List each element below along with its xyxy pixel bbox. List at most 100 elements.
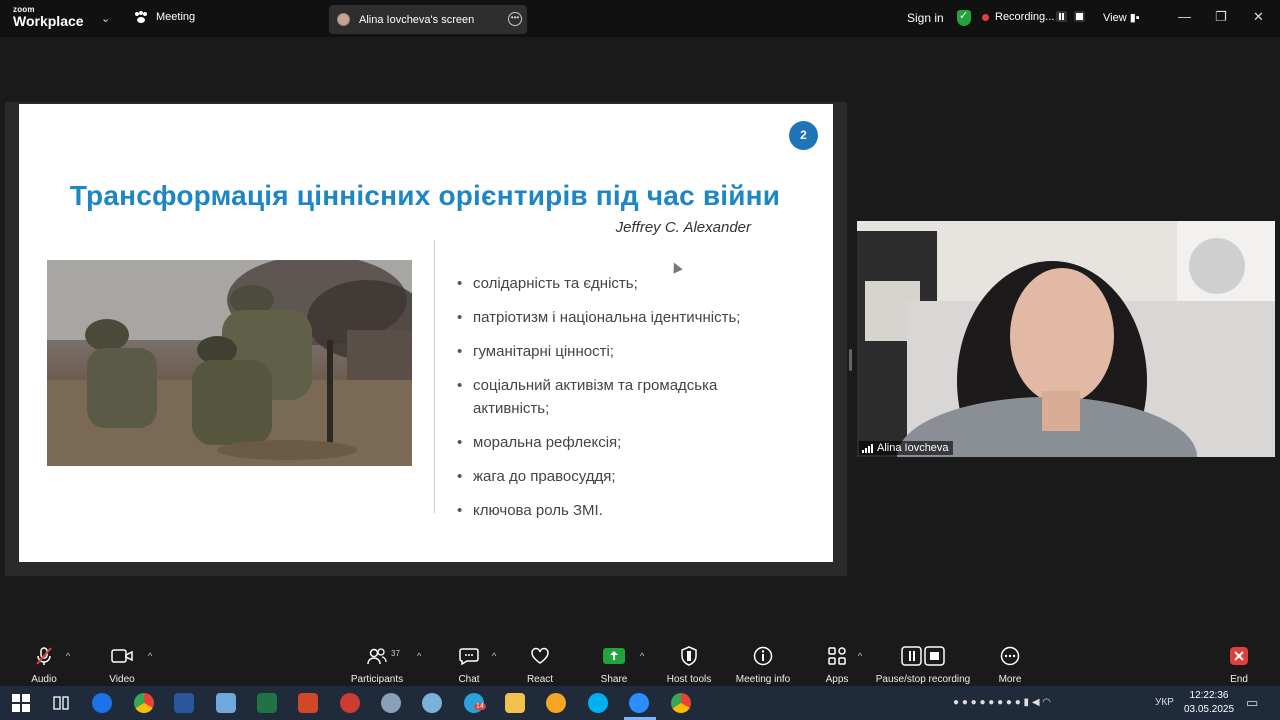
language-indicator[interactable]: УКР [1155, 697, 1174, 708]
file-explorer-icon[interactable] [505, 693, 525, 713]
host-tools-shield-icon [680, 646, 698, 666]
skype-icon[interactable] [588, 693, 608, 713]
chrome-icon[interactable] [134, 693, 154, 713]
zoom-icon[interactable] [629, 693, 649, 713]
meeting-toolbar: Audio ^ Video ^ Participants 37 ^ Chat ^… [0, 637, 1280, 685]
avatar [337, 13, 350, 26]
react-button[interactable]: React [524, 637, 556, 685]
clock-time: 12:22:36 [1189, 690, 1229, 701]
react-label: React [526, 674, 554, 685]
audio-button[interactable]: Audio [24, 637, 64, 685]
audio-options-chevron-icon[interactable]: ^ [66, 651, 70, 661]
chevron-down-icon[interactable]: ⌄ [101, 12, 110, 25]
apps-button[interactable]: Apps [823, 637, 851, 685]
chat-icon [459, 647, 479, 665]
logo-big: Workplace [13, 13, 84, 29]
sign-in-button[interactable]: Sign in [907, 11, 944, 25]
meeting-info-label: Meeting info [735, 674, 791, 685]
system-clock[interactable]: 12:22:36 03.05.2025 [1181, 689, 1237, 717]
powerpoint-icon[interactable] [298, 693, 318, 713]
windows-taskbar: 14 ● ● ● ● ● ● ● ● ▮ ◀ ◠ УКР 12:22:36 03… [0, 686, 1280, 720]
title-bar: zoom Workplace ⌄ Meeting Alina Iovcheva'… [0, 0, 1280, 37]
share-button[interactable]: Share [598, 637, 630, 685]
chat-label: Chat [458, 674, 480, 685]
chrome-profile-icon[interactable] [671, 693, 691, 713]
more-label: More [998, 674, 1022, 685]
participant-name-label: Alina Iovcheva [859, 441, 953, 455]
more-icon [1000, 646, 1020, 666]
browser-alt-icon[interactable] [546, 693, 566, 713]
end-icon [1229, 647, 1249, 665]
app-icon[interactable] [340, 693, 360, 713]
audio-label: Audio [31, 674, 57, 685]
screen-share-pill[interactable]: Alina Iovcheva's screen ••• [329, 5, 527, 34]
notification-badge: 14 [474, 703, 486, 710]
war-photo [47, 260, 412, 466]
notepad-icon[interactable] [216, 693, 236, 713]
excel-icon[interactable] [257, 693, 277, 713]
more-button[interactable]: More [995, 637, 1025, 685]
paint-icon[interactable] [381, 693, 401, 713]
minimize-icon[interactable]: — [1178, 9, 1191, 24]
list-item: ключова роль ЗМІ. [457, 499, 797, 522]
word-icon[interactable] [174, 693, 194, 713]
notifications-icon[interactable]: ▭ [1246, 695, 1258, 711]
participant-video[interactable]: Alina Iovcheva [857, 221, 1275, 457]
view-label: View [1103, 12, 1127, 24]
participants-label: Participants [350, 674, 404, 685]
host-tools-label: Host tools [666, 674, 712, 685]
camera-feed [857, 221, 1275, 457]
apps-label: Apps [825, 674, 849, 685]
palette-icon[interactable] [422, 693, 442, 713]
bullet-list: солідарність та єдність; патріотизм і на… [457, 272, 797, 533]
close-icon[interactable]: ✕ [1253, 9, 1264, 25]
tray-icons[interactable]: ● ● ● ● ● ● ● ● ▮ ◀ ◠ [953, 697, 1051, 708]
recording-indicator: Recording... [982, 11, 1054, 23]
view-icon: ▮▪ [1129, 12, 1140, 24]
shield-icon[interactable] [957, 9, 971, 26]
apps-options-chevron-icon[interactable]: ^ [858, 651, 862, 661]
participants-button[interactable]: Participants [350, 637, 404, 685]
share-label: Share [600, 674, 628, 685]
slide-title: Трансформація ціннісних орієнтирів під ч… [69, 180, 781, 211]
list-item: соціальний активізм та громадська активн… [457, 374, 797, 420]
video-button[interactable]: Video [102, 637, 142, 685]
participants-options-chevron-icon[interactable]: ^ [417, 651, 421, 661]
pause-stop-icon [901, 646, 945, 666]
windows-start-icon[interactable] [11, 693, 31, 713]
slide-divider [434, 240, 435, 513]
apps-icon [827, 647, 847, 665]
browser-icon[interactable] [92, 693, 112, 713]
meeting-icon [135, 11, 147, 23]
presentation-slide: 2 Трансформація ціннісних орієнтирів під… [19, 104, 833, 562]
end-label: End [1230, 674, 1248, 685]
meeting-menu[interactable]: Meeting [134, 11, 195, 23]
chat-options-chevron-icon[interactable]: ^ [492, 651, 496, 661]
video-camera-icon [111, 647, 133, 665]
clock-date: 03.05.2025 [1183, 704, 1235, 715]
host-tools-button[interactable]: Host tools [664, 637, 714, 685]
chat-button[interactable]: Chat [455, 637, 483, 685]
meeting-label: Meeting [156, 11, 196, 23]
muted-mic-icon [34, 647, 54, 665]
video-options-chevron-icon[interactable]: ^ [148, 651, 152, 661]
resize-handle[interactable] [849, 349, 852, 371]
pause-icon[interactable] [1056, 11, 1067, 22]
list-item: моральна рефлексія; [457, 431, 797, 454]
pause-stop-recording-button[interactable]: Pause/stop recording [874, 637, 972, 685]
participant-name: Alina Iovcheva [877, 442, 949, 454]
stop-icon[interactable] [1074, 11, 1085, 22]
participants-count: 37 [391, 649, 400, 658]
list-item: гуманітарні цінності; [457, 340, 797, 363]
list-item: патріотизм і національна ідентичність; [457, 306, 797, 329]
maximize-icon[interactable]: ❐ [1215, 9, 1227, 25]
end-button[interactable]: End [1225, 637, 1253, 685]
view-button[interactable]: View ▮▪ [1103, 11, 1140, 24]
meeting-info-button[interactable]: Meeting info [733, 637, 793, 685]
task-view-icon[interactable] [51, 693, 71, 713]
more-icon[interactable]: ••• [508, 12, 522, 26]
share-options-chevron-icon[interactable]: ^ [640, 651, 644, 661]
list-item: солідарність та єдність; [457, 272, 797, 295]
participants-icon [367, 647, 387, 665]
slide-author: Jeffrey C. Alexander [615, 219, 751, 236]
